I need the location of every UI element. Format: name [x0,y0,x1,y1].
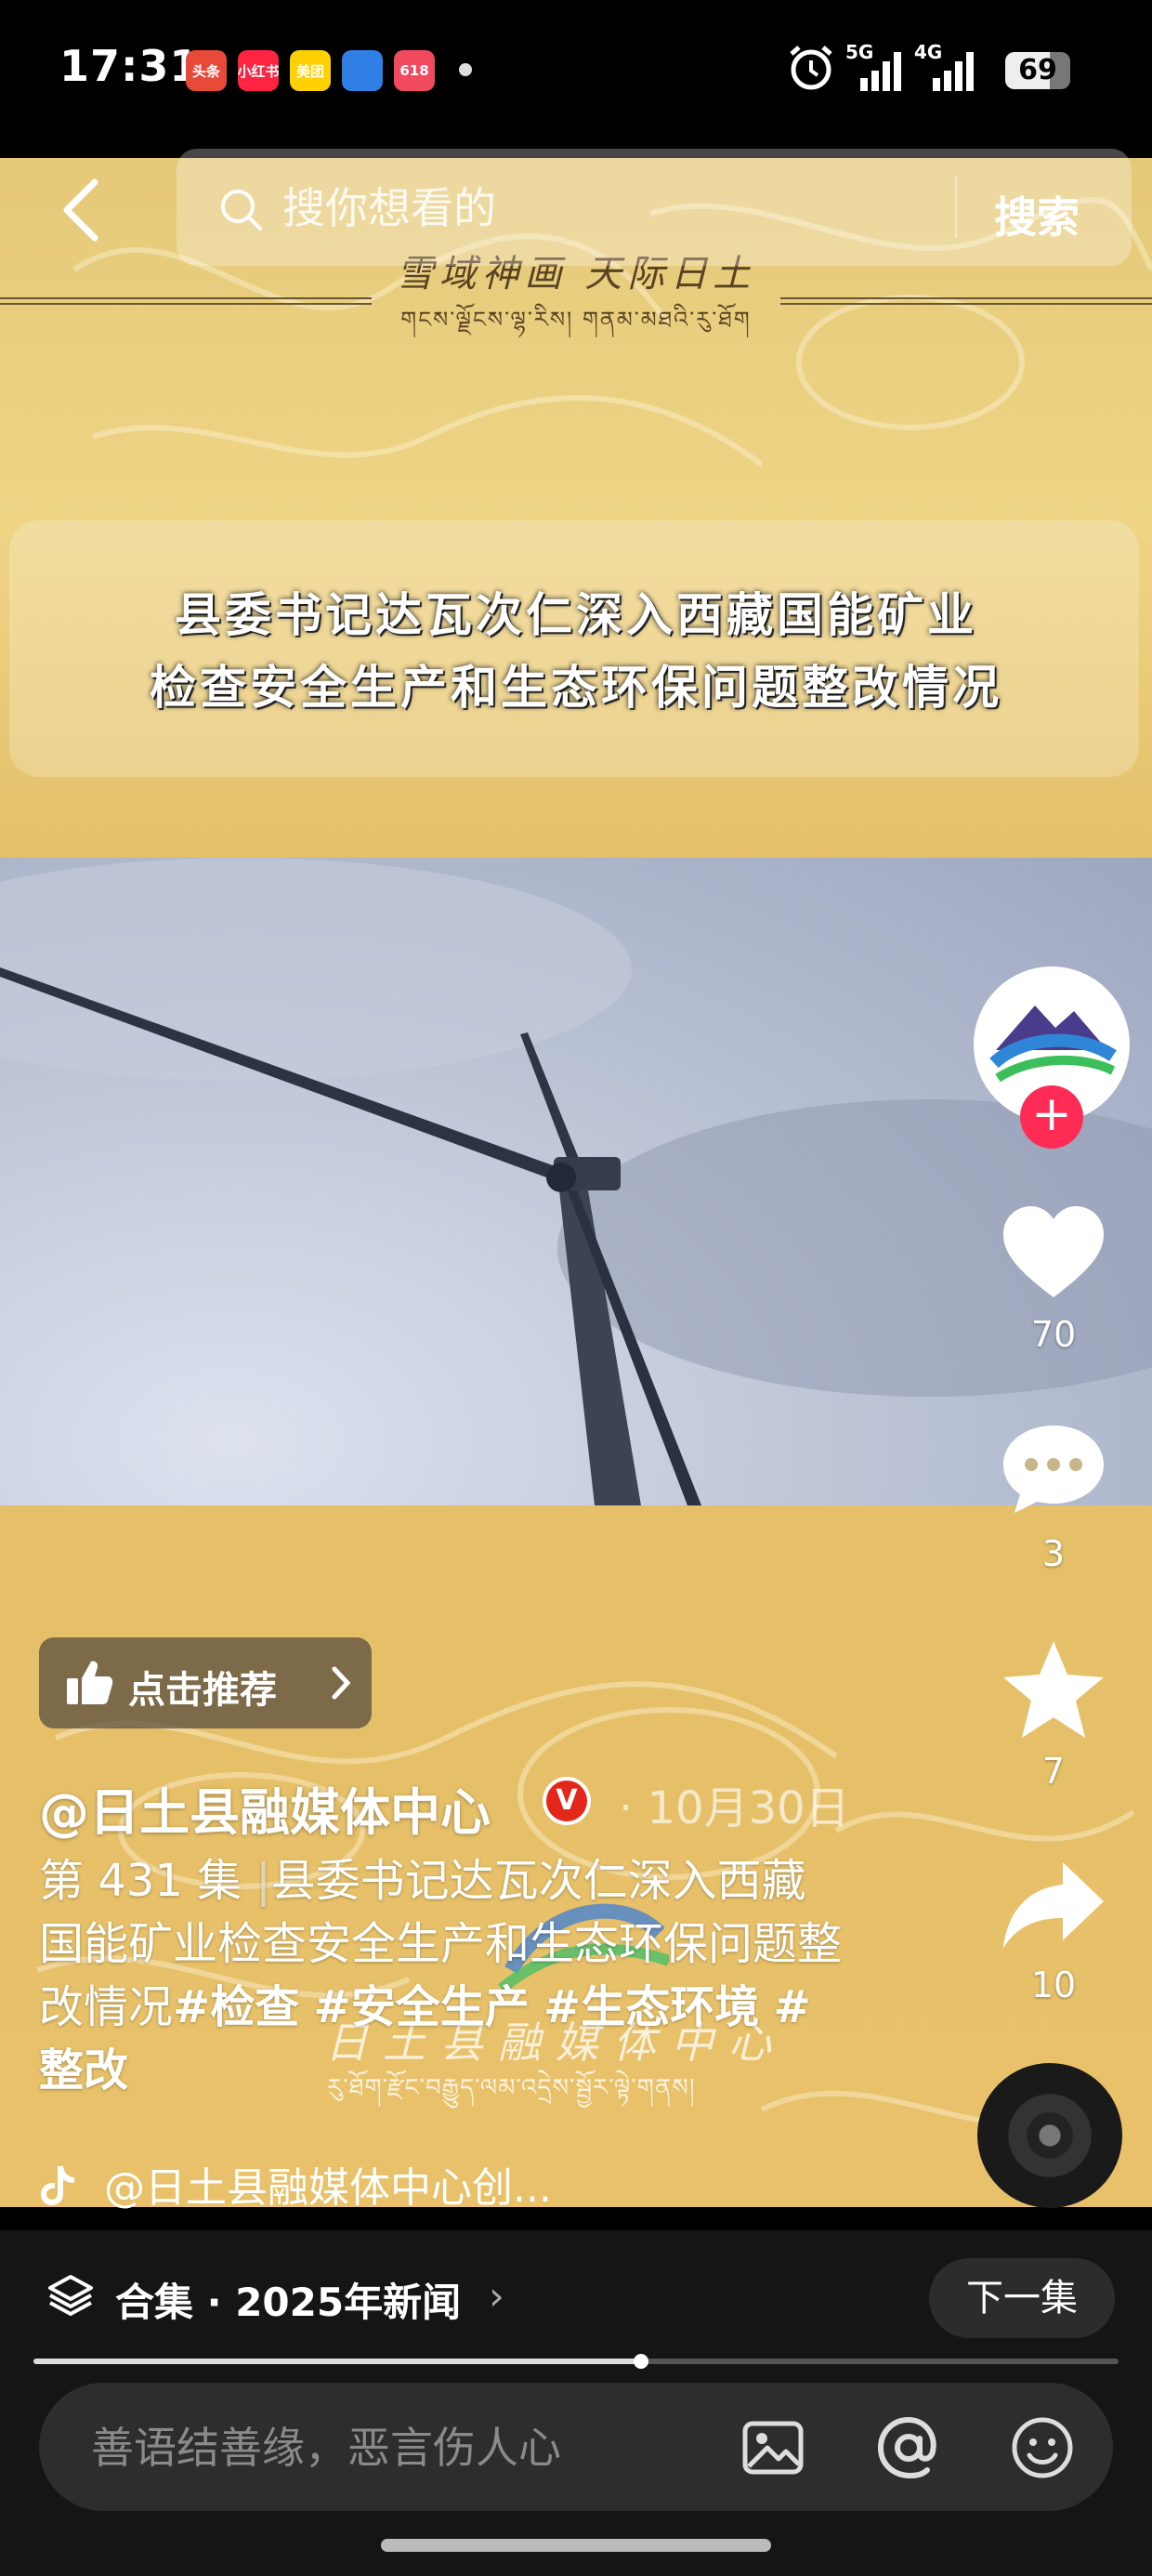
progress-thumb[interactable] [634,2354,649,2369]
search-divider [955,177,957,238]
video-progress-bar[interactable] [33,2354,1119,2369]
progress-fill [33,2359,642,2364]
layers-icon [48,2275,93,2316]
comment-bar [39,2383,1113,2511]
video-caption[interactable]: 第 431 集 |县委书记达瓦次仁深入西藏国能矿业检查安全生产和生态环保问题整改… [39,1849,847,2102]
mention-icon[interactable] [871,2411,946,2485]
comment-input[interactable] [89,2414,725,2481]
favorite-star-icon[interactable] [998,1636,1109,1747]
wind-turbine-photo [0,858,1152,1505]
next-episode-button[interactable]: 下一集 [929,2258,1115,2338]
caption-separator: | [255,1855,271,1907]
music-disc-button[interactable] [977,2063,1122,2208]
headline-line-2: 检查安全生产和生态环保问题整改情况 [150,660,1002,715]
hashtag-link[interactable]: #检查 [173,1981,299,2033]
share-icon[interactable] [998,1849,1109,1961]
headline-panel: 县委书记达瓦次仁深入西藏国能矿业 检查安全生产和生态环保问题整改情况 [9,520,1139,777]
notification-app-icon: 美团 [290,50,331,91]
share-count: 10 [1030,1965,1077,2005]
wind-turbine-illustration [0,858,1152,1505]
headline-line-1: 县委书记达瓦次仁深入西藏国能矿业 [175,587,977,642]
notification-app-icon: 头条 [186,50,227,91]
notification-app-icon [342,50,383,91]
favorite-count: 7 [1041,1751,1066,1792]
status-bar: 17:31 头条 小红书 美团 618 5G 4G 69 [0,0,1152,149]
signal-icon-1 [860,52,901,91]
episode-number: 第 431 集 [39,1855,242,1907]
chevron-right-icon: › [489,2273,504,2319]
signal-icon-2 [933,52,974,91]
alarm-icon [790,46,832,90]
emoji-icon[interactable] [1005,2411,1080,2485]
more-notifications-dot [459,63,472,76]
notification-app-icon: 小红书 [238,50,279,91]
verified-badge-label: V [546,1781,587,1821]
comment-count: 3 [1041,1533,1066,1574]
recommend-label: 点击推荐 [128,1669,277,1712]
thumbs-up-icon [67,1661,113,1704]
hashtag-link[interactable]: #生态环境 [543,1981,759,2033]
back-button[interactable] [46,173,121,247]
search-bar: 搜索 [177,149,1132,266]
comment-icon[interactable] [998,1413,1109,1524]
battery-indicator: 69 [1005,52,1070,89]
chevron-right-icon [332,1666,351,1700]
brand-slogan-tibetan: གངས་ལྗོངས་ལྷ་རིས། གནམ་མཐའི་རུ་ཐོག [400,307,752,333]
verified-badge: V [543,1777,591,1825]
author-name-link[interactable]: @日土县融媒体中心 [39,1771,491,1845]
collection-label: 合集 · 2025年新闻 [115,2280,462,2325]
collection-bar[interactable]: 合集 · 2025年新闻 › 下一集 [0,2230,1152,2366]
music-attribution[interactable]: @日土县融媒体中心创... [39,2154,552,2214]
post-date: · 10月30日 [619,1782,850,1834]
search-icon [221,190,262,230]
battery-level: 69 [1018,54,1057,86]
image-icon[interactable] [736,2411,810,2485]
recommend-button[interactable]: 点击推荐 [39,1637,372,1728]
like-count: 70 [1030,1314,1077,1355]
search-input[interactable] [281,175,990,242]
tiktok-note-icon [41,2166,74,2205]
music-label: @日土县融媒体中心创... [104,2164,552,2212]
follow-button[interactable]: + [1020,1085,1083,1149]
notification-app-icon: 618 [394,50,435,91]
hashtag-link[interactable]: #安全生产 [314,1981,530,2033]
clock: 17:31 [59,41,201,91]
like-icon[interactable] [998,1199,1109,1310]
home-indicator[interactable] [381,2539,771,2552]
search-button[interactable]: 搜索 [994,171,1080,258]
